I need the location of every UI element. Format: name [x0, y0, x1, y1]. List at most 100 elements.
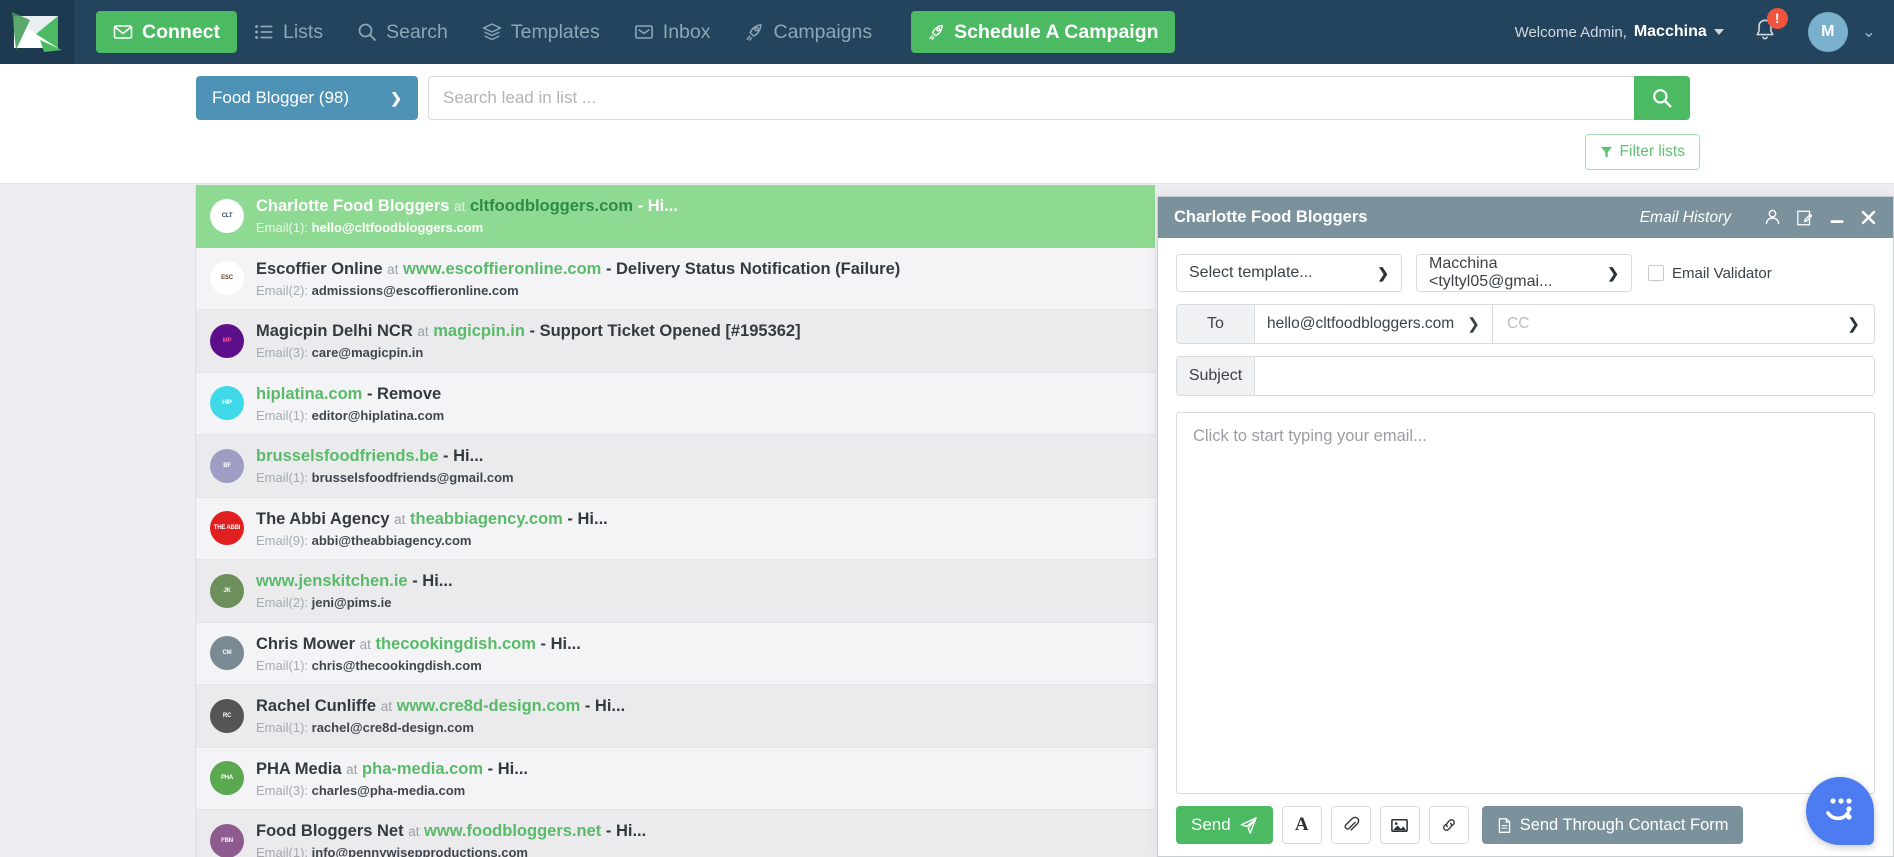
lead-list-item[interactable]: PHAPHA Media at pha-media.com - Hi...Ema… — [196, 748, 1155, 811]
primary-nav-items: Connect Lists Search — [96, 0, 1175, 64]
link-icon[interactable] — [1429, 806, 1469, 844]
lead-subject: - Hi... — [638, 197, 678, 215]
lead-email-count: Email(2): — [256, 283, 308, 298]
nav-label-inbox: Inbox — [663, 21, 711, 44]
lead-email-count: Email(1): — [256, 845, 308, 857]
lead-at-word: at — [381, 699, 392, 714]
lead-email-count: Email(1): — [256, 408, 308, 423]
lead-list-item[interactable]: ESCEscoffier Online at www.escoffieronli… — [196, 248, 1155, 311]
font-icon[interactable]: A — [1282, 806, 1322, 844]
lead-list-item[interactable]: RCRachel Cunliffe at www.cre8d-design.co… — [196, 685, 1155, 748]
lead-list-item[interactable]: HIPhiplatina.com - RemoveEmail(1): edito… — [196, 373, 1155, 436]
image-icon[interactable] — [1380, 806, 1420, 844]
search-submit-button[interactable] — [1634, 76, 1690, 120]
lead-list-item[interactable]: FBNFood Bloggers Net at www.foodbloggers… — [196, 810, 1155, 857]
lead-subject: - Remove — [367, 385, 441, 403]
edit-icon[interactable] — [1796, 209, 1814, 227]
funnel-icon — [1600, 146, 1613, 159]
welcome-username: Macchina — [1634, 23, 1707, 41]
nav-item-connect[interactable]: Connect — [96, 11, 237, 53]
nav-item-lists[interactable]: Lists — [237, 11, 340, 53]
email-history-link[interactable]: Email History — [1640, 209, 1731, 227]
avatar[interactable]: M — [1808, 12, 1848, 52]
lead-subject: - Hi... — [541, 635, 581, 653]
send-button-label: Send — [1191, 815, 1231, 835]
nav-label-search: Search — [386, 21, 448, 44]
mailshake-logo-icon — [10, 10, 64, 54]
nav-item-search[interactable]: Search — [340, 11, 465, 53]
lead-domain: brusselsfoodfriends.be — [256, 447, 438, 465]
lead-email-address: hello@cltfoodbloggers.com — [312, 220, 484, 235]
chat-widget-button[interactable] — [1806, 777, 1874, 845]
nav-label-connect: Connect — [142, 21, 220, 44]
send-button[interactable]: Send — [1176, 806, 1273, 844]
cc-field-select[interactable]: CC ❯ — [1493, 305, 1874, 343]
lead-title: The Abbi Agency at theabbiagency.com - H… — [256, 509, 608, 530]
lead-domain: cltfoodbloggers.com — [470, 197, 633, 215]
rocket-icon — [744, 22, 764, 42]
paperclip-icon[interactable] — [1331, 806, 1371, 844]
close-icon[interactable] — [1860, 209, 1877, 226]
lead-name: The Abbi Agency — [256, 510, 390, 528]
lead-text-block: Food Bloggers Net at www.foodbloggers.ne… — [256, 821, 646, 857]
minimize-icon[interactable] — [1828, 209, 1846, 227]
nav-item-campaigns[interactable]: Campaigns — [727, 11, 889, 53]
chevron-down-icon: ❯ — [1847, 315, 1860, 334]
subject-row: Subject — [1176, 356, 1875, 396]
lead-at-word: at — [408, 824, 419, 839]
notifications-button[interactable]: ! — [1752, 17, 1778, 48]
search-input[interactable] — [428, 76, 1634, 120]
lead-list-item[interactable]: MPMagicpin Delhi NCR at magicpin.in - Su… — [196, 310, 1155, 373]
lead-list[interactable]: CLTCharlotte Food Bloggers at cltfoodblo… — [195, 185, 1155, 857]
filter-lists-button[interactable]: Filter lists — [1585, 134, 1700, 170]
user-menu[interactable]: Welcome Admin, Macchina — [1515, 23, 1724, 41]
lead-avatar: CM — [210, 636, 244, 670]
lead-domain: www.foodbloggers.net — [424, 822, 601, 840]
lead-text-block: Rachel Cunliffe at www.cre8d-design.com … — [256, 696, 625, 735]
lead-subject: - Hi... — [606, 822, 646, 840]
email-validator-checkbox[interactable] — [1648, 265, 1664, 281]
app-logo[interactable] — [0, 0, 74, 64]
nav-item-inbox[interactable]: Inbox — [617, 11, 728, 53]
chat-smile-icon — [1820, 791, 1860, 831]
lead-text-block: Magicpin Delhi NCR at magicpin.in - Supp… — [256, 321, 801, 360]
lead-domain: pha-media.com — [362, 760, 483, 778]
lead-text-block: www.jenskitchen.ie - Hi...Email(2): jeni… — [256, 571, 453, 610]
lead-subject: - Hi... — [443, 447, 483, 465]
lead-list-item[interactable]: CM Chris Mower at thecookingdish.com - Hi… — [196, 623, 1155, 686]
list-selector-dropdown[interactable]: Food Blogger (98) ❯ — [196, 76, 418, 120]
lead-subject: - Hi... — [567, 510, 607, 528]
email-body-editor[interactable]: Click to start typing your email... — [1176, 412, 1875, 794]
lead-avatar: BF — [210, 449, 244, 483]
lead-title: Chris Mower at thecookingdish.com - Hi..… — [256, 634, 581, 655]
lead-email-line: Email(2): admissions@escoffieronline.com — [256, 283, 900, 298]
to-field-select[interactable]: hello@cltfoodbloggers.com ❯ — [1255, 305, 1493, 343]
email-validator-toggle[interactable]: Email Validator — [1648, 265, 1772, 282]
sender-select[interactable]: Macchina <tyltyl05@gmai... ❯ — [1416, 254, 1632, 292]
contact-icon[interactable] — [1763, 208, 1782, 227]
subject-input[interactable] — [1255, 357, 1874, 395]
lead-email-address: chris@thecookingdish.com — [312, 658, 482, 673]
search-icon — [357, 22, 377, 42]
lead-list-item[interactable]: BFbrusselsfoodfriends.be - Hi...Email(1)… — [196, 435, 1155, 498]
schedule-campaign-button[interactable]: Schedule A Campaign — [911, 11, 1174, 53]
lead-domain: hiplatina.com — [256, 385, 362, 403]
chevron-down-icon[interactable]: ⌄ — [1862, 22, 1876, 42]
lead-email-count: Email(2): — [256, 595, 308, 610]
nav-item-templates[interactable]: Templates — [465, 11, 617, 53]
lead-list-item[interactable]: CLTCharlotte Food Bloggers at cltfoodblo… — [196, 185, 1155, 248]
lead-list-item[interactable]: JKwww.jenskitchen.ie - Hi...Email(2): je… — [196, 560, 1155, 623]
lead-at-word: at — [417, 324, 428, 339]
lead-avatar: THE ABBI — [210, 511, 244, 545]
template-select[interactable]: Select template... ❯ — [1176, 254, 1402, 292]
lead-email-address: brusselsfoodfriends@gmail.com — [312, 470, 514, 485]
lead-subject: - Hi... — [488, 760, 528, 778]
lead-list-item[interactable]: THE ABBI The Abbi Agency at theabbiagency… — [196, 498, 1155, 561]
lead-email-address: charles@pha-media.com — [312, 783, 466, 798]
lead-text-block: PHA Media at pha-media.com - Hi...Email(… — [256, 759, 528, 798]
lead-avatar: HIP — [210, 386, 244, 420]
layers-icon — [482, 22, 502, 42]
nav-label-templates: Templates — [511, 21, 600, 44]
send-through-contact-form-button[interactable]: Send Through Contact Form — [1482, 806, 1743, 844]
compose-options-row: Select template... ❯ Macchina <tyltyl05@… — [1176, 254, 1875, 292]
